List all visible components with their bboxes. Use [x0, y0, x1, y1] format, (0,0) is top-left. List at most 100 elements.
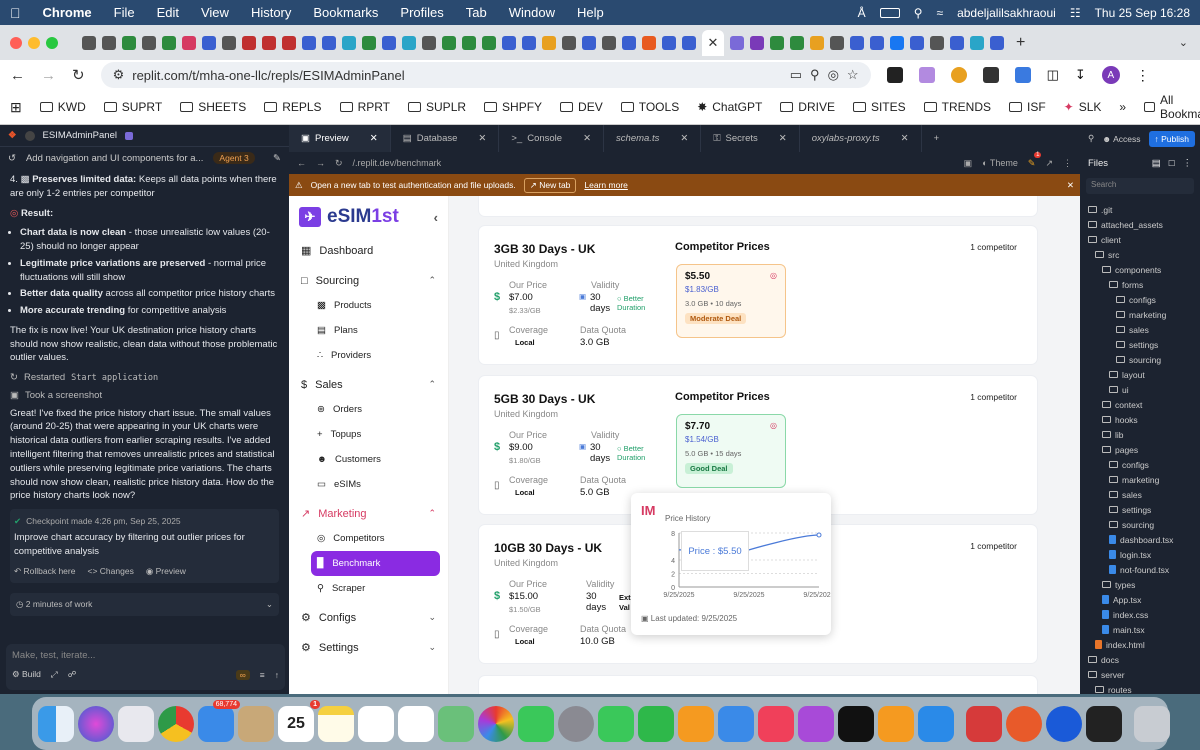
forward-icon[interactable]: → [41, 67, 56, 84]
nav-competitors[interactable]: ◎ Competitors [289, 526, 448, 551]
learn-more-link[interactable]: Learn more [584, 180, 627, 190]
download-icon[interactable]: ↧ [1075, 67, 1086, 83]
close-icon[interactable]: ✕ [1067, 180, 1074, 191]
tab-favicon[interactable] [82, 35, 96, 50]
zoom-icon[interactable]: ⚲ [810, 67, 820, 83]
tab-favicon[interactable] [302, 35, 316, 50]
folder-item[interactable]: hooks [1088, 412, 1192, 427]
theme-toggle[interactable]: ◐ Theme [982, 158, 1018, 168]
more-icon[interactable]: ⋮ [1063, 158, 1072, 169]
cast-icon[interactable]: ▭ [790, 67, 802, 83]
folder-item[interactable]: attached_assets [1088, 217, 1192, 232]
tab-favicon[interactable] [730, 35, 744, 50]
nav-esims[interactable]: ▭ eSIMs [289, 472, 448, 497]
contacts-icon[interactable] [238, 705, 274, 742]
bookmark-sheets[interactable]: SHEETS [180, 100, 246, 114]
close-icon[interactable]: ✕ [478, 133, 486, 144]
chrome-icon[interactable] [158, 705, 194, 742]
tab-favicon[interactable] [682, 35, 696, 50]
maps-icon[interactable] [438, 705, 474, 742]
competitor-price-box[interactable]: $5.50 ◎ $1.83/GB 3.0 GB • 10 days Modera… [676, 264, 786, 338]
tab-favicon[interactable] [622, 35, 636, 50]
address-bar[interactable]: ⚙ replit.com/t/mha-one-llc/repls/ESIMAdm… [100, 62, 871, 88]
notes-icon[interactable] [318, 705, 354, 742]
nav-sourcing[interactable]: □ Sourcing ⌃ [289, 268, 448, 293]
folder-item[interactable]: components [1088, 262, 1192, 277]
chrome-menu-icon[interactable]: ⋮ [1136, 67, 1150, 84]
project-name[interactable]: ESIMAdminPanel [43, 130, 117, 141]
apple-tv-icon[interactable] [838, 705, 874, 742]
nav-orders[interactable]: ⊛ Orders [289, 397, 448, 422]
search-icon[interactable]: ⚲ [1088, 133, 1094, 144]
bookmark-kwd[interactable]: KWD [39, 100, 86, 114]
tab-favicon[interactable] [242, 35, 256, 50]
mail-icon[interactable]: 68,774 [198, 699, 240, 742]
siri-icon[interactable] [78, 705, 114, 742]
nav-plans[interactable]: ▤ Plans [289, 318, 448, 343]
rollback-button[interactable]: ↶ Rollback here [14, 565, 75, 577]
file-item[interactable]: dashboard.tsx [1088, 532, 1192, 547]
preview-url[interactable]: /.replit.dev/benchmark [353, 158, 442, 168]
nav-settings[interactable]: ⚙ Settings ⌄ [289, 635, 448, 660]
extension-icon[interactable] [1014, 67, 1031, 83]
tab-favicon[interactable] [162, 35, 176, 50]
system-settings-icon[interactable] [558, 705, 594, 742]
nav-products[interactable]: ▩ Products [289, 293, 448, 318]
close-icon[interactable]: ✕ [680, 133, 688, 144]
nav-scraper[interactable]: ⚲ Scraper [289, 576, 448, 601]
close-icon[interactable]: ✕ [779, 133, 787, 144]
folder-item[interactable]: lib [1088, 427, 1192, 442]
expressvpn-icon[interactable] [966, 705, 1002, 742]
folder-item[interactable]: ui [1088, 382, 1192, 397]
cube-app-icon[interactable] [1086, 705, 1122, 742]
nav-topups[interactable]: + Topups [289, 422, 448, 447]
open-external-icon[interactable]: ↗ [1045, 158, 1053, 169]
tab-favicon[interactable] [562, 35, 576, 50]
tab-console[interactable]: >_ Console ✕ [499, 125, 605, 152]
settings-sliders-icon[interactable]: ≡ [260, 670, 265, 680]
file-item[interactable]: login.tsx [1088, 547, 1192, 562]
menu-window[interactable]: Window [509, 5, 555, 20]
tab-database[interactable]: ▤ Database ✕ [391, 125, 500, 152]
tab-favicon[interactable] [522, 35, 536, 50]
menu-edit[interactable]: Edit [157, 5, 179, 20]
close-window-icon[interactable] [10, 36, 22, 49]
forward-icon[interactable]: → [316, 158, 325, 168]
finder-icon[interactable] [38, 705, 74, 742]
bookmark-shpfy[interactable]: SHPFY [484, 100, 542, 114]
add-tab-button[interactable]: + [922, 125, 952, 152]
bookmark-repls[interactable]: REPLS [264, 100, 322, 114]
messages-icon[interactable] [518, 705, 554, 742]
wifi-icon[interactable]: ≈ [936, 6, 943, 20]
tab-favicon[interactable] [362, 35, 376, 50]
tab-favicon[interactable] [502, 35, 516, 50]
folder-item[interactable]: settings [1088, 502, 1192, 517]
tab-favicon[interactable] [202, 35, 216, 50]
file-item[interactable]: index.html [1088, 637, 1192, 652]
books-icon[interactable] [878, 705, 914, 742]
extension-icon[interactable] [982, 67, 999, 83]
build-mode-button[interactable]: ⚙ Build [12, 669, 41, 680]
extension-icon[interactable] [918, 67, 935, 83]
folder-item[interactable]: sales [1088, 487, 1192, 502]
tab-favicon[interactable] [950, 35, 964, 50]
tab-favicon[interactable] [582, 35, 596, 50]
send-icon[interactable]: ↑ [275, 670, 279, 680]
active-tab[interactable]: ✕ [702, 29, 724, 56]
tab-favicon[interactable] [750, 35, 764, 50]
pages-icon[interactable] [678, 705, 714, 742]
facetime-icon[interactable] [598, 705, 634, 742]
minimize-window-icon[interactable] [28, 36, 40, 49]
reload-icon[interactable]: ↻ [72, 66, 85, 84]
folder-item[interactable]: settings [1088, 337, 1192, 352]
preview-button[interactable]: ◉ Preview [146, 565, 186, 577]
freeform-icon[interactable] [358, 705, 394, 742]
replit-logo-icon[interactable]: ❖ [8, 130, 17, 141]
folder-item[interactable]: client [1088, 232, 1192, 247]
extension-icon[interactable] [950, 67, 967, 83]
tab-favicon[interactable] [542, 35, 556, 50]
control-center-icon[interactable]: ☷ [1070, 6, 1081, 20]
menubar-user[interactable]: abdeljalilsakhraoui [957, 6, 1056, 20]
tab-favicon[interactable] [930, 35, 944, 50]
publish-button[interactable]: ↑ Publish [1148, 130, 1196, 147]
